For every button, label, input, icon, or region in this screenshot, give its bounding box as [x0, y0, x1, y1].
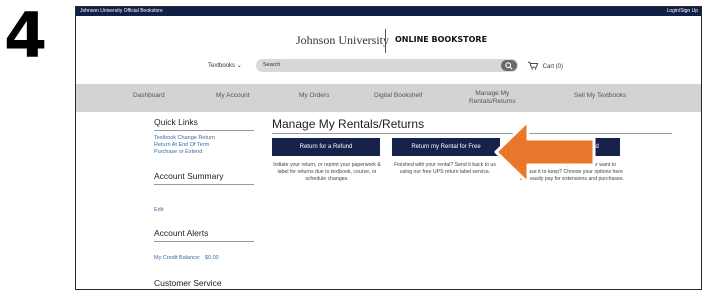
online-bookstore-label: ONLINE BOOKSTORE	[395, 35, 488, 44]
credit-balance: My Credit Balance: $0.00	[154, 246, 264, 264]
nav-my-orders[interactable]: My Orders	[299, 92, 329, 99]
chevron-down-icon: ⌄	[236, 63, 242, 69]
credit-balance-value: $0.00	[204, 255, 219, 261]
logo-divider	[385, 29, 386, 53]
screenshot-frame: Johnson University Official Bookstore Lo…	[75, 6, 702, 290]
cart-label: Cart (0)	[542, 64, 564, 70]
nav-manage-line1: Manage My	[475, 90, 510, 97]
edit-link[interactable]: Edit	[154, 207, 264, 214]
main-content: Manage My Rentals/Returns Return for a R…	[272, 117, 672, 182]
store-brand-text: Johnson University Official Bookstore	[80, 8, 163, 14]
arrow-left-icon	[494, 119, 596, 185]
cart-link[interactable]: Cart (0)	[528, 61, 563, 70]
divider	[154, 241, 254, 242]
quick-link-return-end-term[interactable]: Return At End Of Term	[154, 142, 264, 149]
account-alerts-title: Account Alerts	[154, 228, 209, 238]
main-nav: Dashboard My Account My Orders Digital B…	[76, 84, 701, 112]
search-bar[interactable]: Search	[256, 59, 518, 72]
nav-digital-bookshelf[interactable]: Digital Bookshelf	[374, 92, 422, 99]
quick-link-textbook-change[interactable]: Textbook Change Return	[154, 135, 264, 142]
search-button[interactable]	[501, 60, 517, 71]
step-number: 4	[4, 0, 48, 72]
nav-my-account[interactable]: My Account	[216, 92, 250, 99]
refund-description: Initiate your return, or reprint your pa…	[273, 162, 381, 182]
credit-balance-label[interactable]: My Credit Balance:	[154, 255, 200, 261]
nav-sell-my-textbooks[interactable]: Sell My Textbooks	[574, 92, 626, 99]
nav-manage-line2: Rentals/Returns	[469, 98, 516, 105]
title-divider	[272, 133, 672, 134]
textbooks-dropdown-label: Textbooks	[208, 63, 236, 69]
divider	[154, 184, 254, 185]
login-signup-link[interactable]: Login/Sign Up	[667, 7, 698, 16]
return-for-refund-button[interactable]: Return for a Refund	[272, 138, 380, 156]
textbooks-dropdown[interactable]: Textbooks ⌄	[208, 62, 242, 69]
search-input[interactable]: Search	[263, 62, 280, 68]
cart-icon	[528, 61, 539, 70]
university-name: Johnson University	[296, 33, 389, 47]
top-bar: Johnson University Official Bookstore Lo…	[76, 7, 701, 16]
nav-manage-rentals-returns[interactable]: Manage My Rentals/Returns	[469, 90, 516, 106]
free-return-description: Finished with your rental? Send it back …	[394, 162, 496, 175]
customer-service-title: Customer Service	[154, 278, 222, 288]
quick-link-purchase-extend[interactable]: Purchase or Extend	[154, 149, 264, 156]
quick-links-title: Quick Links	[154, 117, 198, 127]
sidebar: Quick Links Textbook Change Return Retur…	[154, 117, 264, 288]
return-rental-free-button[interactable]: Return my Rental for Free	[392, 138, 500, 156]
nav-dashboard[interactable]: Dashboard	[133, 92, 165, 99]
page-title: Manage My Rentals/Returns	[272, 117, 425, 131]
divider	[154, 130, 254, 131]
account-summary-title: Account Summary	[154, 171, 224, 181]
magnifier-icon	[505, 61, 513, 70]
